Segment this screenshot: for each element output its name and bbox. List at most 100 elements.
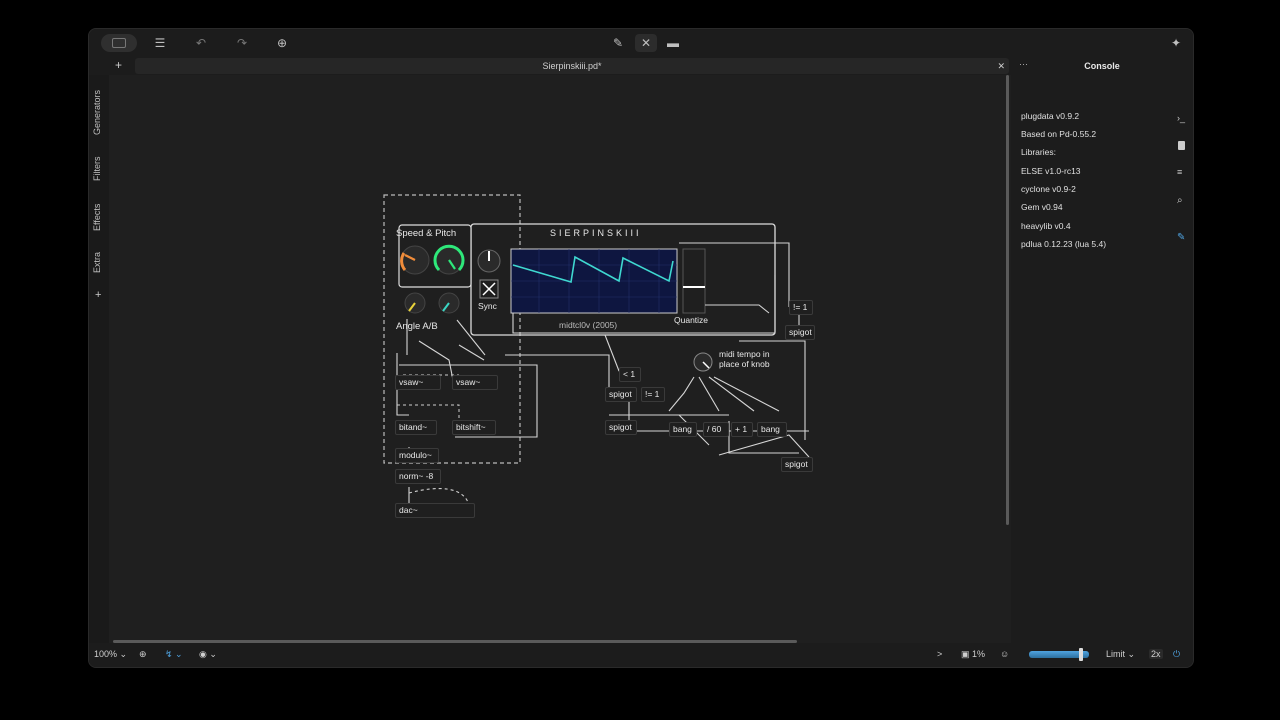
cord-icon: ↯ ⌄ — [165, 649, 183, 659]
cpu-value: 1% — [972, 649, 986, 659]
visibility-button[interactable]: ◉ ⌄ — [199, 649, 217, 660]
grid-button[interactable]: ⊕ — [139, 649, 147, 660]
edit-mode-button[interactable]: ✎ — [609, 34, 627, 52]
console-line: pdlua 0.12.23 (lua 5.4) — [1021, 239, 1107, 249]
easel-icon: ▬ — [667, 36, 679, 50]
console-line: cyclone v0.9-2 — [1021, 184, 1076, 194]
angle-label: Angle A/B — [396, 321, 438, 332]
zoom-value: 100% — [94, 649, 118, 659]
status-bar: 100% ⌄ ⊕ ↯ ⌄ ◉ ⌄ > ▣ 1% ☺ Limit ⌄ 2x ⏻ — [89, 643, 1193, 667]
knob-angle-a-yellow — [404, 292, 426, 314]
console-line: Libraries: — [1021, 147, 1056, 157]
console-toggle-button[interactable]: > — [937, 649, 942, 659]
patch-cords — [383, 194, 810, 506]
console-title: Console — [1084, 61, 1120, 71]
oversample-button[interactable]: 2x — [1149, 649, 1163, 659]
limit-label: Limit — [1106, 649, 1126, 659]
sync-label: Sync — [478, 301, 497, 311]
menu-button[interactable]: ☰ — [151, 34, 169, 52]
search-icon[interactable]: ⌕ — [1177, 195, 1183, 206]
knob-sync-white — [477, 249, 501, 273]
object-div-60[interactable]: / 60 — [703, 422, 729, 437]
undo-icon: ↶ — [195, 36, 207, 50]
document-info-icon[interactable] — [1178, 141, 1185, 150]
object-bitand[interactable]: bitand~ — [395, 420, 437, 435]
crosshair-icon: ⊕ — [139, 649, 147, 659]
object-plus-1[interactable]: + 1 — [731, 422, 753, 437]
wrench-icon[interactable]: ✎ — [1177, 232, 1185, 243]
power-icon[interactable]: ⏻ — [1173, 649, 1180, 660]
plug-icon: ✦ — [1170, 36, 1182, 50]
undo-button[interactable]: ↶ — [192, 34, 210, 52]
object-vsaw-a[interactable]: vsaw~ — [395, 375, 441, 390]
sliders-icon[interactable]: ≡ — [1177, 167, 1182, 177]
sidebar-item-extra[interactable]: Extra — [92, 252, 102, 273]
patch-canvas[interactable]: Speed & Pitch SIERPINSKIII Angle A/B Syn… — [109, 75, 1011, 643]
cube-plus-icon: ⊕ — [276, 36, 288, 50]
cpu-icon: ▣ — [961, 649, 973, 659]
new-tab-button[interactable]: + — [115, 58, 122, 72]
limiter-dropdown[interactable]: Limit ⌄ — [1106, 649, 1135, 660]
close-tab-icon[interactable]: ✕ — [997, 58, 1005, 74]
run-mode-button[interactable]: ✕ — [635, 34, 657, 52]
object-bang-a[interactable]: bang — [669, 422, 697, 437]
smiley-icon[interactable]: ☺ — [1000, 649, 1009, 659]
object-norm[interactable]: norm~ -8 — [395, 469, 441, 484]
object-lt[interactable]: < 1 — [619, 367, 641, 382]
console-line: heavylib v0.4 — [1021, 221, 1071, 231]
top-toolbar: ☰ ↶ ↷ ⊕ ✎ ✕ ▬ ✦ — [89, 29, 1193, 57]
console-line: ELSE v1.0-rc13 — [1021, 166, 1081, 176]
presentation-mode-button[interactable]: ▬ — [664, 34, 682, 52]
tools-icon: ✕ — [640, 36, 652, 50]
quantize-label: Quantize — [674, 315, 709, 325]
chevron-down-icon: ⌄ — [1127, 649, 1136, 659]
add-object-button[interactable]: ⊕ — [273, 34, 291, 52]
panel-icon — [112, 38, 126, 48]
toggle-sync — [479, 279, 499, 299]
object-spigot-top[interactable]: spigot — [785, 325, 815, 340]
knob-pitch-green — [433, 244, 465, 275]
eye-icon: ◉ ⌄ — [199, 649, 217, 659]
patch-title: SIERPINSKIII — [550, 228, 642, 238]
volume-slider[interactable] — [1029, 648, 1089, 661]
object-bitshift[interactable]: bitshift~ — [452, 420, 496, 435]
sidebar-toggle-button[interactable] — [101, 34, 137, 52]
pencil-icon: ✎ — [612, 36, 624, 50]
terminal-icon[interactable]: ›_ — [1177, 113, 1185, 123]
object-spigot-low[interactable]: spigot — [605, 420, 637, 435]
object-spigot-mid[interactable]: spigot — [605, 387, 637, 402]
console-line: Based on Pd-0.55.2 — [1021, 129, 1097, 139]
object-neq-top[interactable]: != 1 — [789, 300, 813, 315]
sidebar-add-button[interactable]: + — [95, 289, 101, 301]
knob-angle-b-teal — [438, 292, 460, 314]
object-spigot-out[interactable]: spigot — [781, 457, 813, 472]
sidebar-item-effects[interactable]: Effects — [92, 204, 102, 231]
zoom-dropdown[interactable]: 100% ⌄ — [94, 649, 127, 660]
redo-button[interactable]: ↷ — [233, 34, 251, 52]
object-bang-b[interactable]: bang — [757, 422, 787, 437]
cpu-meter: ▣ 1% — [961, 649, 985, 660]
sidebar-item-generators[interactable]: Generators — [92, 90, 102, 135]
redo-icon: ↷ — [236, 36, 248, 50]
app-window: ☰ ↶ ↷ ⊕ ✎ ✕ ▬ ✦ + Sierpinskiii.pd* ✕ Gen… — [88, 28, 1194, 668]
midi-caption: midtcl0v (2005) — [559, 320, 618, 330]
object-neq-mid[interactable]: != 1 — [641, 387, 665, 402]
knob-midi-tempo — [693, 352, 713, 372]
console-line: plugdata v0.9.2 — [1021, 111, 1080, 121]
knob-speed-orange — [400, 245, 430, 275]
speed-pitch-label: Speed & Pitch — [396, 228, 457, 239]
object-modulo[interactable]: modulo~ — [395, 448, 439, 463]
connection-style-button[interactable]: ↯ ⌄ — [165, 649, 183, 660]
volume-slider-handle[interactable] — [1079, 648, 1083, 661]
console-panel: ⋯ Console plugdata v0.9.2 Based on Pd-0.… — [1011, 57, 1193, 643]
tab-sierpinskiii[interactable]: Sierpinskiii.pd* ✕ — [135, 58, 1009, 74]
vertical-scrollbar[interactable] — [1006, 75, 1009, 525]
sidebar-item-filters[interactable]: Filters — [92, 157, 102, 182]
object-dac[interactable]: dac~ — [395, 503, 475, 518]
menu-icon: ☰ — [154, 36, 166, 50]
tab-title: Sierpinskiii.pd* — [542, 61, 602, 71]
tab-bar: + Sierpinskiii.pd* ✕ — [89, 57, 1011, 75]
console-line: Gem v0.94 — [1021, 202, 1063, 212]
plugin-mode-button[interactable]: ✦ — [1167, 34, 1185, 52]
object-vsaw-b[interactable]: vsaw~ — [452, 375, 498, 390]
